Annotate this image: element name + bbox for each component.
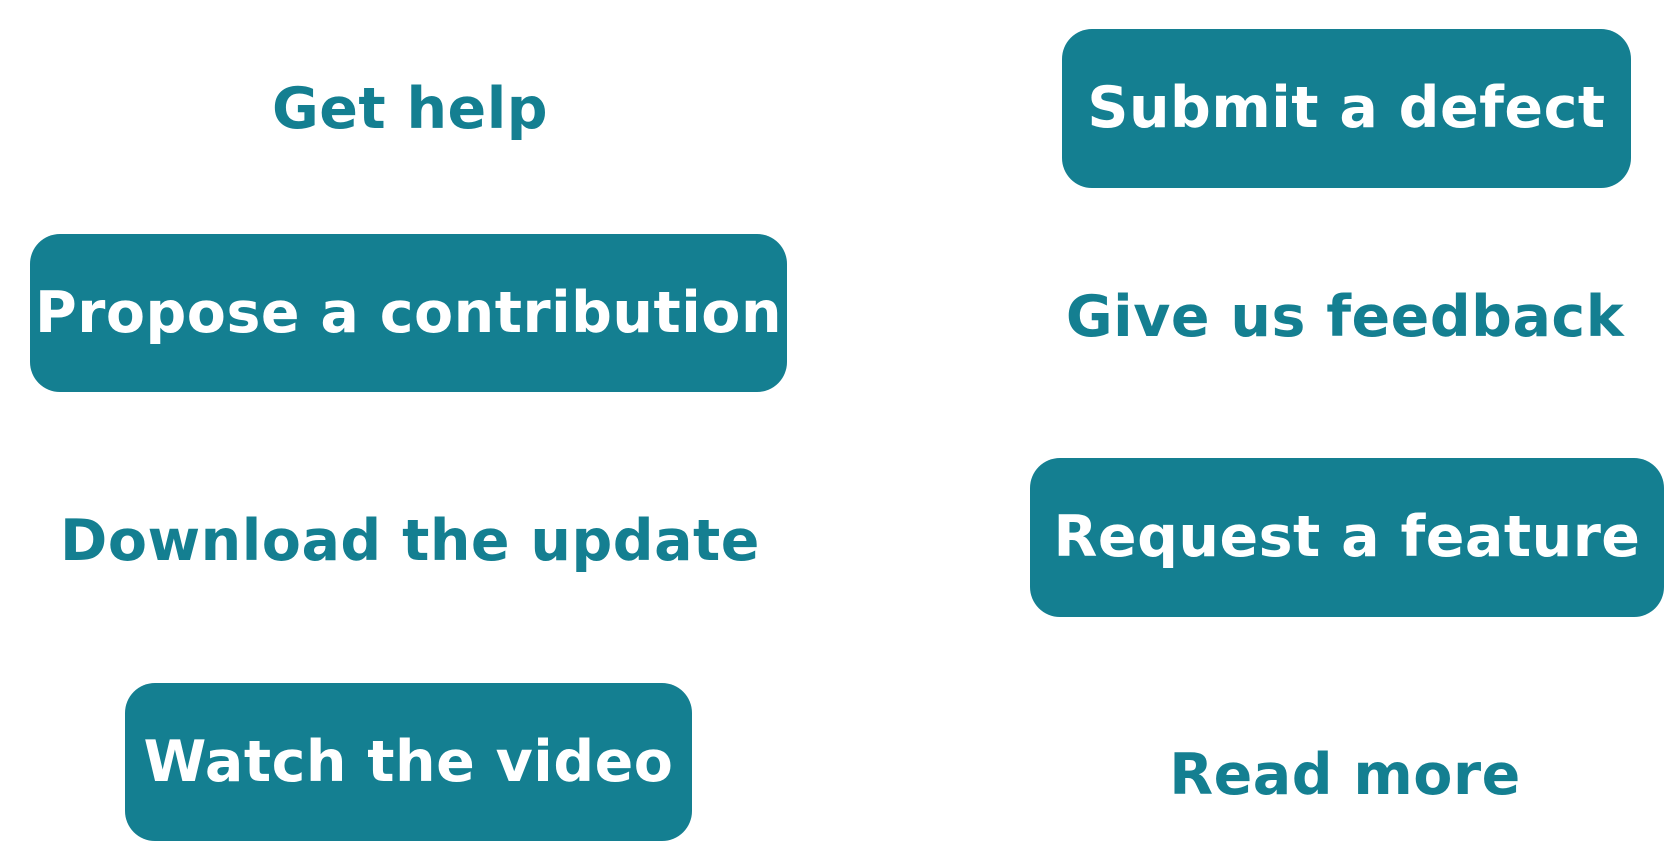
- read-more-button[interactable]: Read more: [1150, 716, 1540, 834]
- request-feature-button[interactable]: Request a feature: [1030, 458, 1664, 617]
- submit-defect-button[interactable]: Submit a defect: [1062, 29, 1631, 188]
- get-help-button[interactable]: Get help: [200, 50, 620, 168]
- give-feedback-button[interactable]: Give us feedback: [1060, 258, 1630, 376]
- download-update-button[interactable]: Download the update: [60, 482, 759, 600]
- propose-contribution-button[interactable]: Propose a contribution: [30, 234, 787, 392]
- watch-video-button[interactable]: Watch the video: [125, 683, 692, 841]
